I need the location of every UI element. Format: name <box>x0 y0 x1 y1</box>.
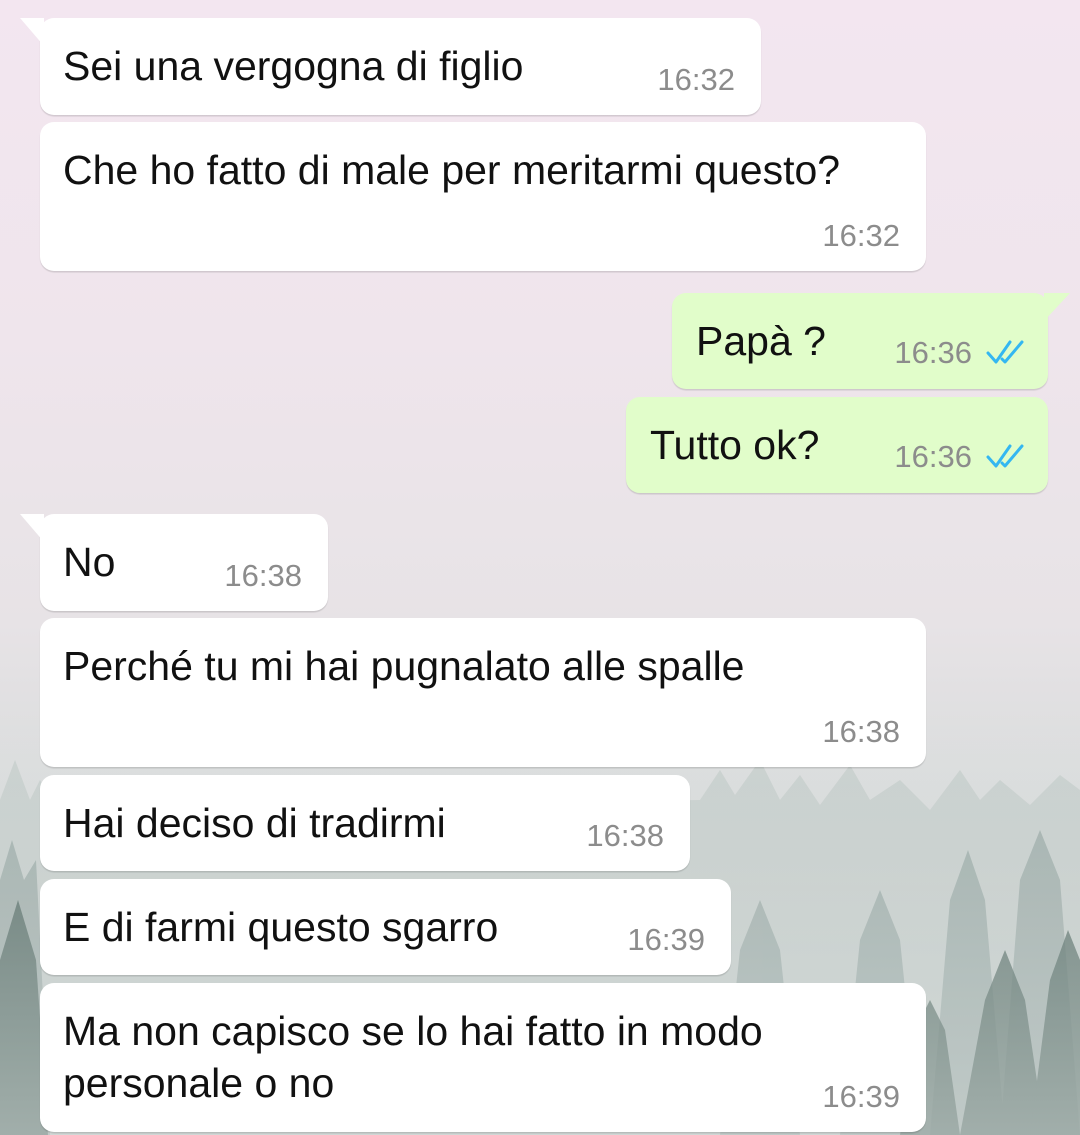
message-text: Papà ? <box>696 318 826 364</box>
message-timestamp: 16:39 <box>822 1079 900 1114</box>
message-bubble-incoming[interactable]: Perché tu mi hai pugnalato alle spalle 1… <box>40 618 926 767</box>
message-timestamp: 16:38 <box>586 818 664 853</box>
bubble-tail-icon <box>20 18 44 46</box>
bubble-tail-icon <box>20 514 44 542</box>
message-bubble-incoming[interactable]: E di farmi questo sgarro 16:39 <box>40 879 731 975</box>
message-bubble-incoming[interactable]: Che ho fatto di male per meritarmi quest… <box>40 122 926 271</box>
message-text: Tutto ok? <box>650 422 820 468</box>
message-bubble-outgoing[interactable]: Papà ? 16:36 <box>672 293 1070 389</box>
double-check-icon <box>986 444 1024 468</box>
message-text-line-1: Ma non capisco se lo hai fatto in modo <box>63 1008 763 1054</box>
bubble-tail-icon <box>1044 293 1070 321</box>
message-timestamp: 16:32 <box>822 218 900 253</box>
message-timestamp: 16:38 <box>822 714 900 749</box>
message-text: Hai deciso di tradirmi <box>63 800 446 846</box>
message-bubble-incoming[interactable]: No 16:38 <box>20 514 328 611</box>
message-text: Ma non capisco se lo hai fatto in modo p… <box>63 1005 763 1109</box>
message-timestamp: 16:38 <box>224 558 302 593</box>
message-bubble-incoming[interactable]: Sei una vergogna di figlio 16:32 <box>20 18 761 115</box>
message-bubble-incoming[interactable]: Hai deciso di tradirmi 16:38 <box>40 775 690 871</box>
message-text: Sei una vergogna di figlio <box>63 43 524 89</box>
message-bubble-outgoing[interactable]: Tutto ok? 16:36 <box>626 397 1048 493</box>
message-text: Che ho fatto di male per meritarmi quest… <box>63 147 841 193</box>
message-timestamp: 16:36 <box>894 335 972 370</box>
message-text: E di farmi questo sgarro <box>63 904 499 950</box>
message-timestamp: 16:36 <box>894 439 972 474</box>
message-text: No <box>63 539 116 585</box>
double-check-icon <box>986 340 1024 364</box>
message-timestamp: 16:32 <box>657 62 735 97</box>
message-bubble-incoming[interactable]: Ma non capisco se lo hai fatto in modo p… <box>40 983 926 1132</box>
message-timestamp: 16:39 <box>627 922 705 957</box>
message-text: Perché tu mi hai pugnalato alle spalle <box>63 643 745 689</box>
message-text-line-2: personale o no <box>63 1060 335 1106</box>
